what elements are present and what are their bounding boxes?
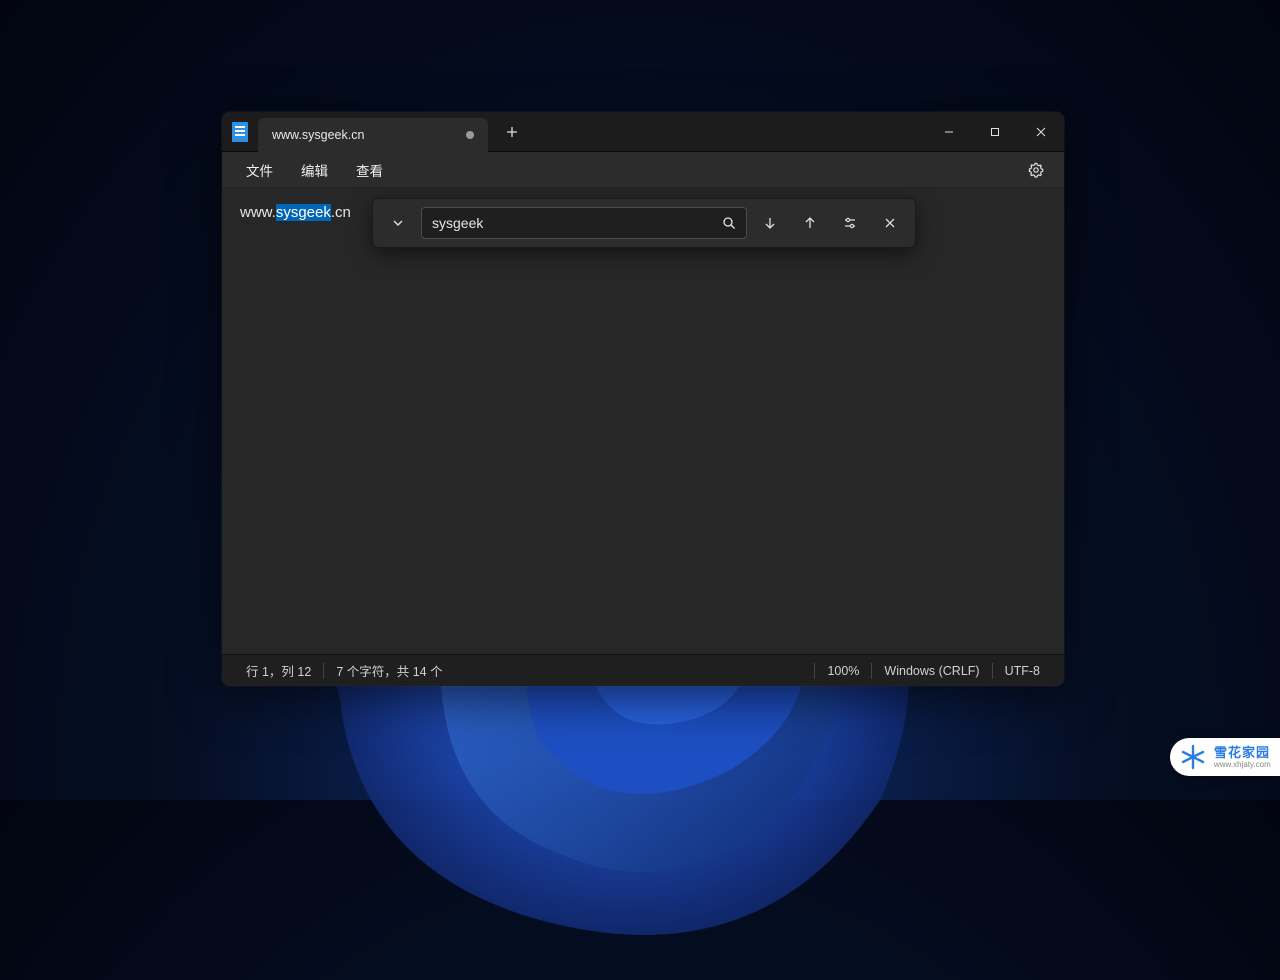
minimize-button[interactable] xyxy=(926,116,972,148)
find-previous-button[interactable] xyxy=(793,206,827,240)
notepad-icon xyxy=(232,122,248,142)
notepad-window: www.sysgeek.cn 文件 编辑 查看 xyxy=(222,112,1064,686)
status-line-ending[interactable]: Windows (CRLF) xyxy=(872,664,991,678)
find-bar xyxy=(372,198,916,248)
find-input-wrapper xyxy=(421,207,747,239)
text-before-match: www. xyxy=(240,204,276,221)
settings-button[interactable] xyxy=(1020,154,1052,186)
app-icon xyxy=(222,122,258,142)
status-bar: 行 1，列 12 7 个字符，共 14 个 100% Windows (CRLF… xyxy=(222,654,1064,686)
arrow-down-icon xyxy=(763,216,777,230)
close-button[interactable] xyxy=(1018,116,1064,148)
find-close-button[interactable] xyxy=(873,206,907,240)
watermark-title: 雪花家园 xyxy=(1214,746,1271,759)
titlebar[interactable]: www.sysgeek.cn xyxy=(222,112,1064,152)
text-after-match: .cn xyxy=(331,204,351,221)
menu-edit[interactable]: 编辑 xyxy=(289,156,340,184)
status-selection: 7 个字符，共 14 个 xyxy=(324,655,454,686)
watermark-logo xyxy=(1180,744,1206,770)
watermark: 雪花家园 www.xhjaty.com xyxy=(1170,738,1280,776)
watermark-url: www.xhjaty.com xyxy=(1214,761,1271,769)
find-next-button[interactable] xyxy=(753,206,787,240)
status-zoom[interactable]: 100% xyxy=(815,664,871,678)
status-cursor-position: 行 1，列 12 xyxy=(234,655,323,686)
gear-icon xyxy=(1028,162,1044,178)
text-editor[interactable]: www.sysgeek.cn xyxy=(222,188,1064,654)
tab-title: www.sysgeek.cn xyxy=(272,128,364,142)
snowflake-icon xyxy=(1180,744,1206,770)
maximize-button[interactable] xyxy=(972,116,1018,148)
status-encoding[interactable]: UTF-8 xyxy=(993,664,1052,678)
sliders-icon xyxy=(843,216,857,230)
menu-view[interactable]: 查看 xyxy=(344,156,395,184)
find-expand-toggle[interactable] xyxy=(381,206,415,240)
menubar: 文件 编辑 查看 xyxy=(222,152,1064,188)
tab-modified-indicator xyxy=(466,131,474,139)
window-controls xyxy=(926,116,1064,148)
close-icon xyxy=(884,217,896,229)
menu-file[interactable]: 文件 xyxy=(234,156,285,184)
new-tab-button[interactable] xyxy=(496,116,528,148)
arrow-up-icon xyxy=(803,216,817,230)
search-icon xyxy=(722,216,736,230)
find-options-button[interactable] xyxy=(833,206,867,240)
document-tab[interactable]: www.sysgeek.cn xyxy=(258,118,488,152)
text-match-highlight: sysgeek xyxy=(276,204,331,221)
chevron-down-icon xyxy=(392,217,404,229)
find-input[interactable] xyxy=(432,215,714,231)
